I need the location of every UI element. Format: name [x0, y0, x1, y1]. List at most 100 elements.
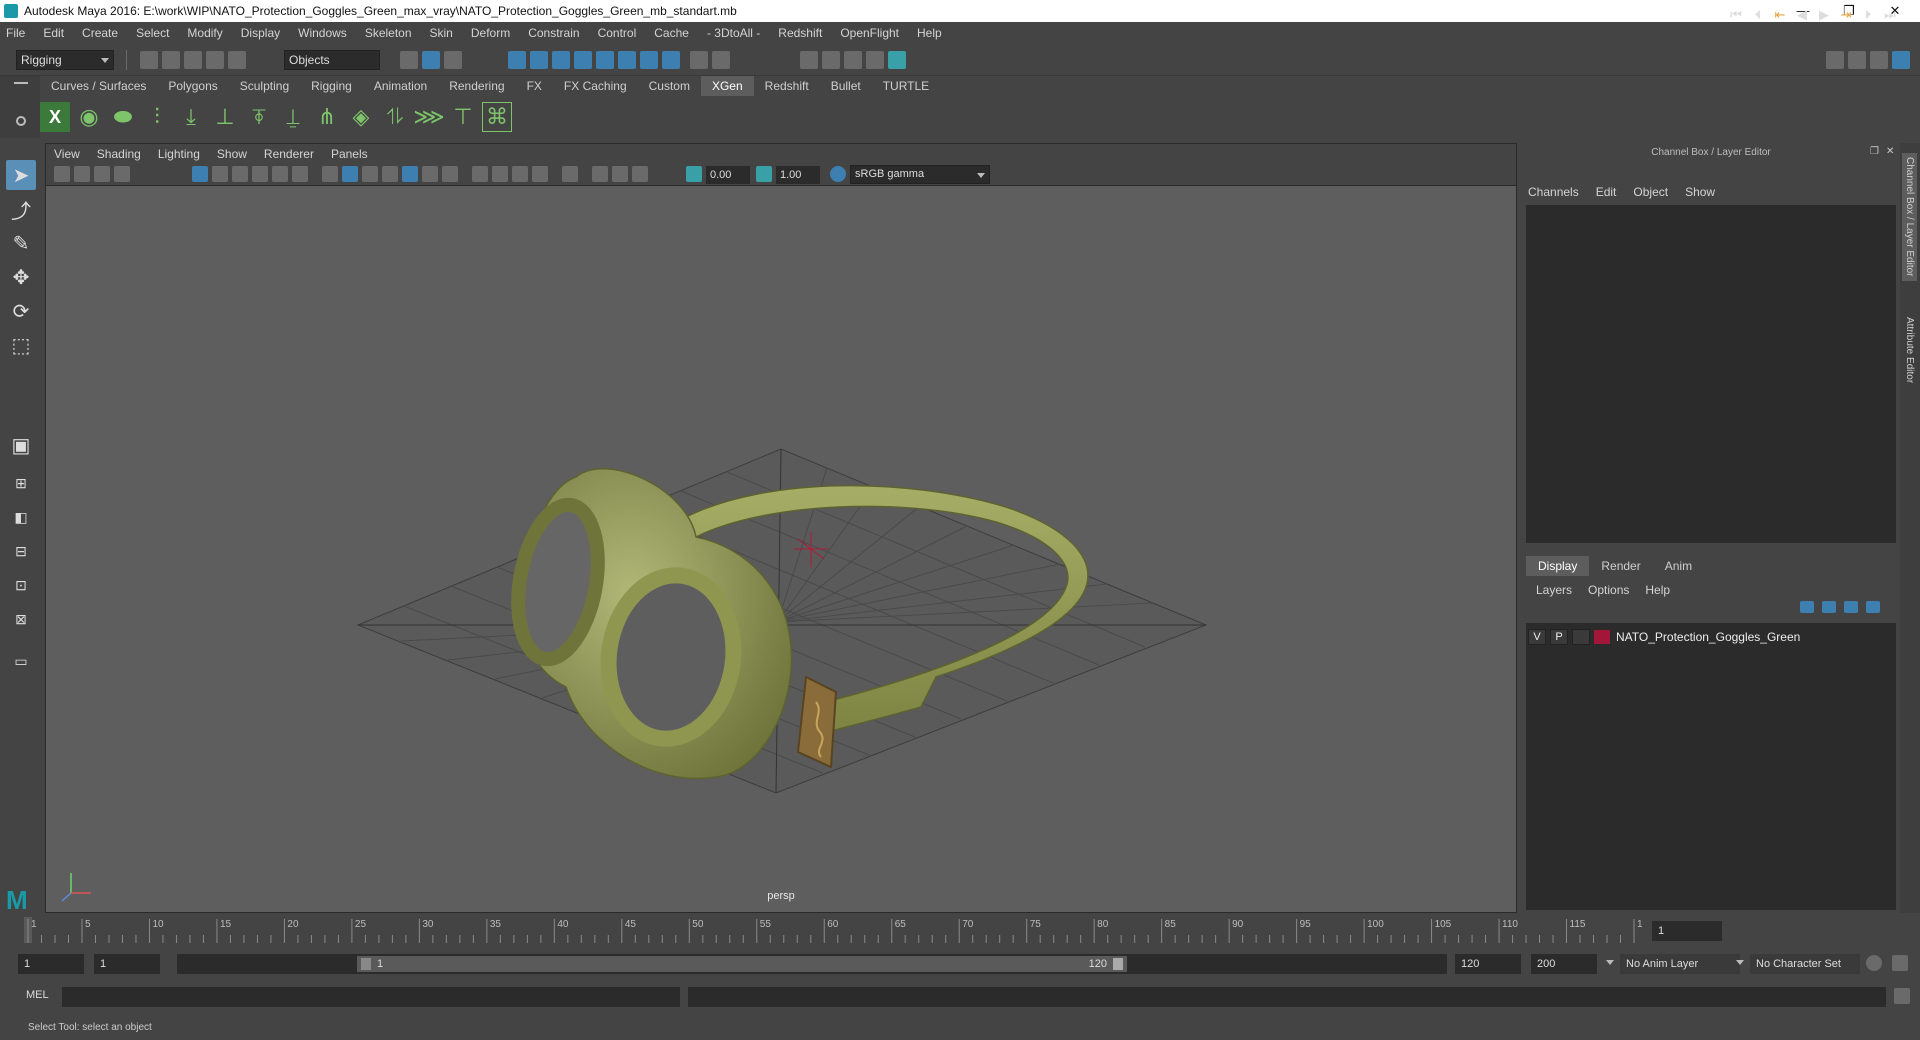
menu-channel-object[interactable]: Object [1633, 185, 1668, 199]
command-language-label[interactable]: MEL [26, 989, 49, 1001]
menu-modify[interactable]: Modify [187, 26, 222, 40]
tab-animation[interactable]: Animation [363, 76, 438, 96]
snap-view-plane-icon[interactable] [574, 51, 592, 69]
viewport-panel[interactable]: View Shading Lighting Show Renderer Pane… [45, 143, 1517, 913]
go-to-start-icon[interactable]: ⏮ [1728, 7, 1744, 23]
film-gate-icon[interactable] [212, 166, 228, 182]
menu-3dtoall[interactable]: - 3DtoAll - [707, 26, 760, 40]
xgen-preview-icon[interactable]: ◉ [74, 102, 104, 132]
move-layer-down-icon[interactable] [1822, 601, 1836, 613]
range-handle[interactable]: 1 120 [357, 956, 1127, 972]
color-space-dropdown[interactable]: sRGB gamma [850, 165, 990, 184]
range-bar[interactable]: 1 120 [177, 954, 1447, 974]
grid-toggle-icon[interactable] [192, 166, 208, 182]
menu-file[interactable]: File [6, 26, 25, 40]
toggle-modeling-toolkit-icon[interactable] [1826, 51, 1844, 69]
channel-list[interactable] [1526, 205, 1896, 543]
menu-create[interactable]: Create [82, 26, 118, 40]
character-set-dropdown[interactable]: No Character Set [1750, 954, 1860, 974]
snap-uv-icon[interactable] [618, 51, 636, 69]
snap-curve-icon[interactable] [530, 51, 548, 69]
select-hierarchy-icon[interactable] [400, 51, 418, 69]
depth-of-field-icon[interactable] [532, 166, 548, 182]
history-icon[interactable] [640, 51, 658, 69]
menu-display[interactable]: Display [241, 26, 280, 40]
playback-end-field[interactable]: 120 [1455, 954, 1521, 974]
vp-menu-shading[interactable]: Shading [97, 147, 141, 161]
selection-mode-dropdown[interactable]: Objects [284, 50, 380, 70]
new-scene-icon[interactable] [140, 51, 158, 69]
script-editor-icon[interactable] [1894, 988, 1910, 1004]
gamma-icon[interactable] [756, 166, 772, 182]
tab-fx-caching[interactable]: FX Caching [553, 76, 638, 96]
xgen-move-guides-icon[interactable]: ⤓ [176, 102, 206, 132]
redo-icon[interactable] [228, 51, 246, 69]
auto-key-icon[interactable] [1866, 955, 1882, 971]
outliner-persp-layout-icon[interactable]: ⊠ [6, 604, 36, 634]
exposure-icon[interactable] [686, 166, 702, 182]
step-forward-key-icon[interactable]: ⇥ [1838, 7, 1854, 23]
close-panel-icon[interactable]: ✕ [1886, 146, 1894, 157]
xgen-rebuild-icon[interactable]: ⥮ [380, 102, 410, 132]
xgen-flatten-icon[interactable]: ⊤ [448, 102, 478, 132]
xgen-lock-guides-icon[interactable]: ⍊ [278, 102, 308, 132]
xgen-editor-icon[interactable]: X [40, 102, 70, 132]
layer-visibility-toggle[interactable]: V [1528, 629, 1546, 645]
lights-icon[interactable] [422, 166, 438, 182]
tab-display[interactable]: Display [1526, 556, 1590, 576]
layer-name[interactable]: NATO_Protection_Goggles_Green [1616, 630, 1800, 644]
scale-tool-icon[interactable]: ⬚ [6, 330, 36, 360]
xgen-guide-tool-icon[interactable]: ⍕ [244, 102, 274, 132]
field-chart-icon[interactable] [272, 166, 288, 182]
menu-redshift[interactable]: Redshift [778, 26, 822, 40]
layer-color-swatch[interactable] [1594, 630, 1610, 644]
lasso-tool-icon[interactable]: ⤴ [6, 194, 36, 224]
tab-sculpting[interactable]: Sculpting [229, 76, 300, 96]
menu-skeleton[interactable]: Skeleton [365, 26, 412, 40]
menu-channel-edit[interactable]: Edit [1596, 185, 1617, 199]
menu-edit[interactable]: Edit [43, 26, 64, 40]
go-to-end-icon[interactable]: ⏭ [1882, 7, 1898, 23]
gamma-field[interactable]: 1.00 [776, 166, 820, 184]
new-empty-layer-icon[interactable] [1844, 601, 1858, 613]
image-plane-icon[interactable] [114, 166, 130, 182]
undo-icon[interactable] [206, 51, 224, 69]
anim-layer-dropdown[interactable]: No Anim Layer [1620, 954, 1740, 974]
tab-custom[interactable]: Custom [638, 76, 701, 96]
select-component-icon[interactable] [444, 51, 462, 69]
menu-cache[interactable]: Cache [654, 26, 689, 40]
xgen-insert-cv-icon[interactable]: ⊥ [210, 102, 240, 132]
shadows-icon[interactable] [442, 166, 458, 182]
play-backwards-icon[interactable]: ◀ [1794, 7, 1810, 23]
vp-menu-show[interactable]: Show [217, 147, 247, 161]
menu-control[interactable]: Control [598, 26, 637, 40]
tab-polygons[interactable]: Polygons [157, 76, 228, 96]
tab-channel-box-layer-editor[interactable]: Channel Box / Layer Editor [1902, 153, 1917, 281]
chevron-down-icon[interactable] [1606, 960, 1614, 965]
open-scene-icon[interactable] [162, 51, 180, 69]
step-back-frame-icon[interactable]: ⏴ [1750, 7, 1766, 23]
shelf-menu-icon[interactable] [14, 82, 28, 84]
snap-grid-icon[interactable] [508, 51, 526, 69]
toggle-tool-settings-icon[interactable] [1870, 51, 1888, 69]
layer-playback-toggle[interactable]: P [1550, 629, 1568, 645]
range-end-grip-icon[interactable] [1113, 958, 1123, 970]
tab-bullet[interactable]: Bullet [820, 76, 872, 96]
tab-attribute-editor[interactable]: Attribute Editor [1902, 313, 1917, 387]
four-view-layout-icon[interactable]: ⊞ [6, 468, 36, 498]
xgen-layers-icon[interactable]: ◈ [346, 102, 376, 132]
menu-openflight[interactable]: OpenFlight [840, 26, 899, 40]
menu-help[interactable]: Help [917, 26, 942, 40]
exposure-field[interactable]: 0.00 [706, 166, 750, 184]
camera-lock-icon[interactable] [74, 166, 90, 182]
menu-layer-options[interactable]: Options [1588, 583, 1629, 597]
xray-joints-icon[interactable] [612, 166, 628, 182]
xgen-create-description-icon[interactable]: ⬬ [108, 102, 138, 132]
toggle-attribute-editor-icon[interactable] [1848, 51, 1866, 69]
menu-layer-help[interactable]: Help [1645, 583, 1670, 597]
xgen-add-guides-icon[interactable]: ⫶ [142, 102, 172, 132]
xgen-bake-icon[interactable]: ⌘ [482, 102, 512, 132]
snap-point-icon[interactable] [552, 51, 570, 69]
render-settings-icon[interactable] [866, 51, 884, 69]
xray-icon[interactable] [592, 166, 608, 182]
